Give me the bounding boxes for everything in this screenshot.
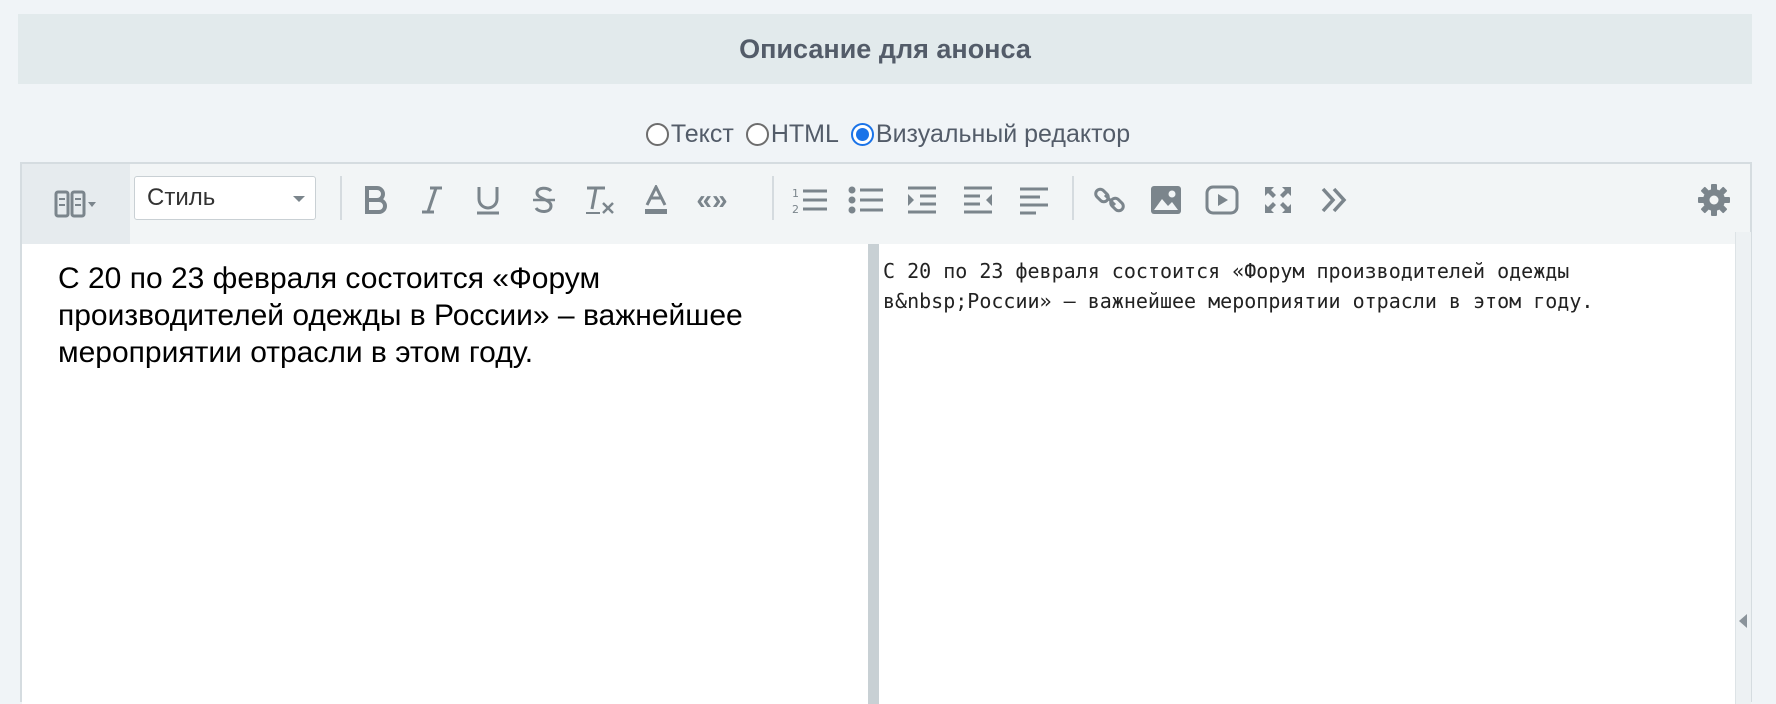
bold-icon [365,186,387,214]
mode-text-radio[interactable] [645,122,669,146]
svg-text:1: 1 [792,187,799,200]
indent-button[interactable] [902,180,942,220]
sidebar-rail [1735,232,1751,704]
visual-editor-pane[interactable]: С 20 по 23 февраля состоится «Форум прои… [22,244,879,704]
style-select[interactable]: Стиль [134,176,316,220]
toolbar-divider [1072,176,1074,220]
settings-button[interactable] [1694,180,1734,220]
collapse-arrow-icon[interactable] [1739,614,1747,628]
image-button[interactable] [1146,180,1186,220]
rich-text-editor: Стиль «» 12 С 20 по 23 февраля состоится… [20,162,1752,704]
indent-icon [908,186,936,214]
ordered-list-button[interactable]: 12 [790,180,830,220]
chevron-down-icon [293,196,305,202]
source-editor-pane[interactable]: С 20 по 23 февраля состоится «Форум прои… [879,244,1735,704]
mode-text[interactable]: Текст [645,119,734,149]
quote-button[interactable]: «» [692,180,732,220]
settings-icon [1698,184,1730,216]
ordered-list-icon: 12 [792,187,827,215]
strikethrough-button[interactable] [524,180,564,220]
underline-button[interactable] [468,180,508,220]
mode-text-label: Текст [670,119,734,148]
underline-icon [477,187,499,215]
mode-html-label: HTML [770,119,839,148]
view-mode-icon [54,190,96,218]
strikethrough-icon [533,186,555,213]
align-left-icon [1020,187,1048,215]
clear-format-icon [586,186,614,214]
quote-icon: «» [696,184,728,215]
bullet-list-button[interactable] [846,180,886,220]
mode-visual-radio[interactable] [850,122,874,146]
outdent-icon [964,186,992,214]
more-button[interactable] [1314,180,1354,220]
video-icon [1205,185,1239,215]
svg-text:2: 2 [792,203,799,215]
editor-mode-switch: Текст HTML Визуальный редактор [0,112,1776,156]
italic-icon [422,186,442,214]
link-button[interactable] [1090,180,1130,220]
fullscreen-button[interactable] [1258,180,1298,220]
image-icon [1151,186,1181,214]
toolbar-divider [340,176,342,220]
text-color-icon [645,185,667,214]
style-select-value: Стиль [147,184,216,211]
mode-html-radio[interactable] [745,122,769,146]
fullscreen-icon [1265,187,1291,213]
bullet-list-icon [848,186,883,214]
text-color-button[interactable] [636,180,676,220]
more-icon [1321,187,1347,213]
mode-visual[interactable]: Визуальный редактор [850,119,1131,149]
link-icon [1094,187,1125,213]
video-button[interactable] [1202,180,1242,220]
clear-format-button[interactable] [580,180,620,220]
align-left-button[interactable] [1014,180,1054,220]
bold-button[interactable] [356,180,396,220]
mode-visual-label: Визуальный редактор [875,119,1131,148]
italic-button[interactable] [412,180,452,220]
section-title: Описание для анонса [18,14,1752,84]
outdent-button[interactable] [958,180,998,220]
mode-html[interactable]: HTML [745,119,839,149]
toolbar-divider [772,176,774,220]
editor-toolbar: Стиль «» 12 [22,164,1750,245]
view-mode-button[interactable] [22,164,130,244]
visual-editor-content[interactable]: С 20 по 23 февраля состоится «Форум прои… [58,260,818,371]
source-editor-content[interactable]: С 20 по 23 февраля состоится «Форум прои… [883,256,1713,316]
